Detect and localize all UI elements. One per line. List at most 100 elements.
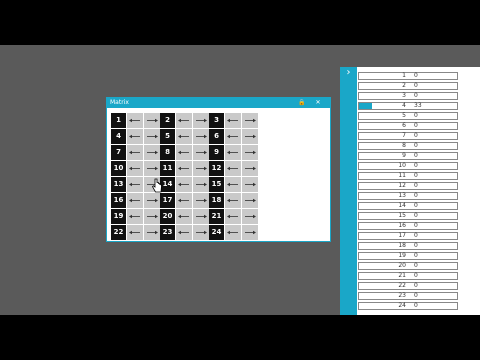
matrix-cell-number[interactable]: 20 bbox=[160, 209, 175, 224]
arrow-right-icon[interactable] bbox=[242, 209, 258, 224]
matrix-cell-number[interactable]: 10 bbox=[111, 161, 126, 176]
arrow-left-icon[interactable] bbox=[127, 161, 143, 176]
arrow-right-icon[interactable] bbox=[193, 225, 209, 240]
arrow-left-icon[interactable] bbox=[176, 129, 192, 144]
level-row: 13 0 bbox=[358, 192, 458, 200]
arrow-right-icon[interactable] bbox=[144, 161, 160, 176]
arrow-left-icon[interactable] bbox=[176, 177, 192, 192]
matrix-cell: 21 bbox=[209, 209, 258, 224]
arrow-left-icon[interactable] bbox=[225, 193, 241, 208]
matrix-cell-number[interactable]: 12 bbox=[209, 161, 224, 176]
arrow-right-icon[interactable] bbox=[193, 145, 209, 160]
arrow-right-icon[interactable] bbox=[193, 177, 209, 192]
arrow-right-icon[interactable] bbox=[193, 161, 209, 176]
arrow-left-icon[interactable] bbox=[176, 113, 192, 128]
level-value: 0 bbox=[414, 162, 418, 169]
arrow-right-icon[interactable] bbox=[242, 129, 258, 144]
arrow-left-icon[interactable] bbox=[176, 161, 192, 176]
level-row: 19 0 bbox=[358, 252, 458, 260]
arrow-right-icon[interactable] bbox=[144, 225, 160, 240]
arrow-left-icon[interactable] bbox=[225, 145, 241, 160]
desktop: Matrix 🔒 ✕ 1 2 3 4 5 6 7 8 9 10 11 12 13 14 15 16 17 18 19… bbox=[0, 45, 480, 315]
arrow-right-icon[interactable] bbox=[242, 145, 258, 160]
arrow-left-icon[interactable] bbox=[127, 129, 143, 144]
arrow-right-icon[interactable] bbox=[242, 193, 258, 208]
matrix-cell: 24 bbox=[209, 225, 258, 240]
level-value: 33 bbox=[414, 102, 422, 109]
matrix-cell-number[interactable]: 6 bbox=[209, 129, 224, 144]
level-row: 30 bbox=[358, 92, 458, 100]
arrow-left-icon[interactable] bbox=[176, 209, 192, 224]
arrow-left-icon[interactable] bbox=[225, 177, 241, 192]
arrow-right-icon[interactable] bbox=[242, 113, 258, 128]
matrix-cell-number[interactable]: 11 bbox=[160, 161, 175, 176]
matrix-cell: 22 bbox=[111, 225, 160, 240]
level-row: 20 0 bbox=[358, 262, 458, 270]
level-row-label: 22 0 bbox=[359, 283, 457, 289]
arrow-right-icon[interactable] bbox=[144, 145, 160, 160]
collapse-chevron-icon[interactable]: › bbox=[342, 67, 355, 79]
matrix-cell-number[interactable]: 17 bbox=[160, 193, 175, 208]
matrix-cell: 6 bbox=[209, 129, 258, 144]
arrow-right-icon[interactable] bbox=[144, 129, 160, 144]
matrix-cell-number[interactable]: 3 bbox=[209, 113, 224, 128]
matrix-cell-number[interactable]: 13 bbox=[111, 177, 126, 192]
arrow-right-icon[interactable] bbox=[144, 193, 160, 208]
arrow-right-icon[interactable] bbox=[193, 129, 209, 144]
arrow-left-icon[interactable] bbox=[127, 145, 143, 160]
arrow-right-icon[interactable] bbox=[144, 209, 160, 224]
arrow-left-icon[interactable] bbox=[176, 225, 192, 240]
level-value: 0 bbox=[414, 232, 418, 239]
level-row-label: 80 bbox=[359, 143, 457, 149]
level-row-label: 10 bbox=[359, 73, 457, 79]
level-row: 17 0 bbox=[358, 232, 458, 240]
matrix-cell-number[interactable]: 5 bbox=[160, 129, 175, 144]
matrix-cell-number[interactable]: 9 bbox=[209, 145, 224, 160]
matrix-cell-number[interactable]: 7 bbox=[111, 145, 126, 160]
level-row-label: 20 bbox=[359, 83, 457, 89]
matrix-cell: 9 bbox=[209, 145, 258, 160]
arrow-left-icon[interactable] bbox=[127, 225, 143, 240]
arrow-left-icon[interactable] bbox=[225, 129, 241, 144]
arrow-left-icon[interactable] bbox=[225, 225, 241, 240]
arrow-right-icon[interactable] bbox=[193, 193, 209, 208]
arrow-right-icon[interactable] bbox=[242, 177, 258, 192]
close-button[interactable]: ✕ bbox=[312, 99, 324, 107]
matrix-cell: 17 bbox=[160, 193, 209, 208]
level-row-label: 19 0 bbox=[359, 253, 457, 259]
arrow-left-icon[interactable] bbox=[127, 193, 143, 208]
matrix-cell-number[interactable]: 19 bbox=[111, 209, 126, 224]
matrix-cell-number[interactable]: 2 bbox=[160, 113, 175, 128]
matrix-cell: 20 bbox=[160, 209, 209, 224]
arrow-left-icon[interactable] bbox=[176, 145, 192, 160]
arrow-right-icon[interactable] bbox=[242, 161, 258, 176]
level-row-label: 12 0 bbox=[359, 183, 457, 189]
level-value: 0 bbox=[414, 222, 418, 229]
arrow-left-icon[interactable] bbox=[127, 113, 143, 128]
arrow-left-icon[interactable] bbox=[225, 209, 241, 224]
window-title-bar[interactable]: Matrix 🔒 ✕ bbox=[107, 98, 330, 108]
arrow-left-icon[interactable] bbox=[225, 113, 241, 128]
arrow-left-icon[interactable] bbox=[127, 177, 143, 192]
matrix-cell-number[interactable]: 23 bbox=[160, 225, 175, 240]
arrow-left-icon[interactable] bbox=[176, 193, 192, 208]
level-value: 0 bbox=[414, 242, 418, 249]
matrix-cell-number[interactable]: 21 bbox=[209, 209, 224, 224]
pin-button[interactable]: 🔒 bbox=[296, 99, 308, 107]
arrow-right-icon[interactable] bbox=[193, 209, 209, 224]
matrix-cell-number[interactable]: 1 bbox=[111, 113, 126, 128]
arrow-left-icon[interactable] bbox=[225, 161, 241, 176]
matrix-cell-number[interactable]: 22 bbox=[111, 225, 126, 240]
matrix-cell-number[interactable]: 18 bbox=[209, 193, 224, 208]
arrow-right-icon[interactable] bbox=[242, 225, 258, 240]
matrix-cell: 14 bbox=[160, 177, 209, 192]
matrix-cell-number[interactable]: 8 bbox=[160, 145, 175, 160]
matrix-cell-number[interactable]: 4 bbox=[111, 129, 126, 144]
matrix-cell-number[interactable]: 15 bbox=[209, 177, 224, 192]
matrix-cell-number[interactable]: 24 bbox=[209, 225, 224, 240]
arrow-right-icon[interactable] bbox=[144, 113, 160, 128]
arrow-right-icon[interactable] bbox=[193, 113, 209, 128]
matrix-cell-number[interactable]: 16 bbox=[111, 193, 126, 208]
level-index: 14 bbox=[398, 202, 406, 209]
arrow-left-icon[interactable] bbox=[127, 209, 143, 224]
